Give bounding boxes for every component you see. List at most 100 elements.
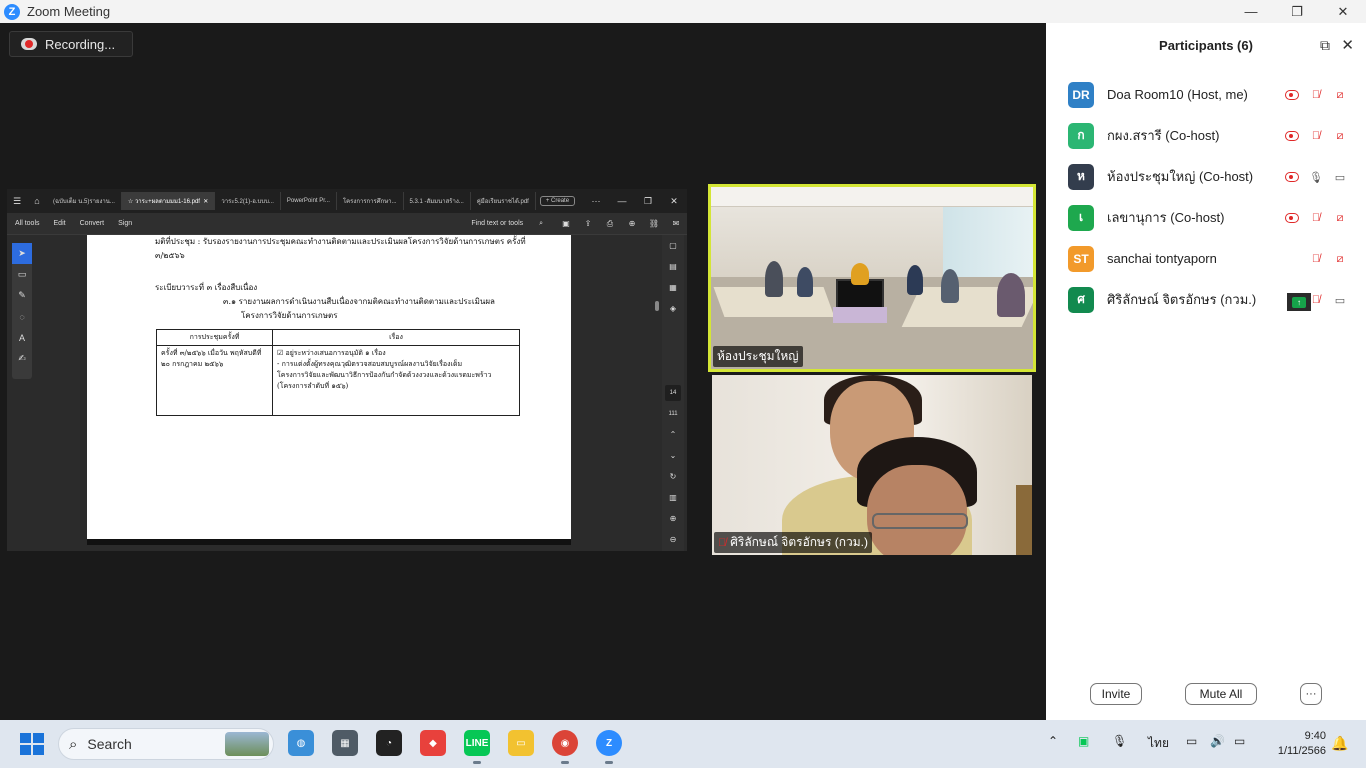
viewer-close-icon[interactable]: ✕ <box>661 196 687 207</box>
more-options-button[interactable]: ··· <box>1300 683 1322 705</box>
maps-app-icon[interactable]: ◍ <box>288 730 314 756</box>
line-tray-icon[interactable]: ▣ <box>1078 734 1089 748</box>
participant-row[interactable]: DR Doa Room10 (Host, me) 🎙̸ ⧄ <box>1046 74 1366 115</box>
tray-chevron-icon[interactable]: ⌃ <box>1048 734 1058 748</box>
zoom-app-icon[interactable]: Z <box>596 730 622 764</box>
tab-3[interactable]: PowerPoint Pr... <box>281 192 337 210</box>
minimize-button[interactable]: — <box>1228 0 1274 23</box>
volume-icon[interactable]: 🔊 <box>1210 734 1225 748</box>
zoom-in-icon[interactable]: ⊕ <box>662 508 684 529</box>
participant-row[interactable]: เ เลขานุการ (Co-host) 🎙̸ ⧄ <box>1046 197 1366 238</box>
find-text-field[interactable]: Find text or tools ⌕ <box>463 220 549 228</box>
mic-muted-icon: 🎙̸ <box>718 536 727 549</box>
home-icon[interactable]: ⌂ <box>27 196 47 206</box>
avatar: ST <box>1068 245 1094 272</box>
participant-row[interactable]: ศ ศิริลักษณ์ จิตรอักษร (กวม.) 🎙̸ ▭ <box>1046 279 1366 320</box>
invite-button[interactable]: Invite <box>1090 683 1142 705</box>
layers-icon[interactable]: ◈ <box>662 298 684 319</box>
language-indicator[interactable]: ไทย <box>1148 734 1169 753</box>
participants-panel: Participants (6) ⧉ ✕ DR Doa Room10 (Host,… <box>1046 23 1366 720</box>
mic-muted-icon[interactable]: 🎙̸ <box>1304 250 1328 268</box>
close-button[interactable]: ✕ <box>1320 0 1366 23</box>
mail-icon[interactable]: ✉ <box>665 219 687 228</box>
mic-muted-icon[interactable]: 🎙̸ <box>1304 127 1328 145</box>
print-icon[interactable]: ⎙ <box>599 219 621 229</box>
doc-line-1: มติที่ประชุม : รับรองรายงานการประชุมคณะท… <box>155 237 526 246</box>
menu-all-tools[interactable]: All tools <box>15 220 40 227</box>
participant-row[interactable]: ST sanchai tontyaporn 🎙̸ ⧄ <box>1046 238 1366 279</box>
speedtest-app-icon[interactable]: ◔ <box>376 730 402 756</box>
comment-tool-icon[interactable]: ▭ <box>12 264 32 285</box>
page-up-icon[interactable]: ⌃ <box>662 424 684 445</box>
recording-indicator[interactable]: Recording... <box>9 31 133 57</box>
comment-panel-icon[interactable]: ▢ <box>662 235 684 256</box>
video-off-icon[interactable]: ⧄ <box>1328 209 1352 227</box>
video-off-icon[interactable]: ⧄ <box>1328 86 1352 104</box>
bookmark-icon[interactable]: ▤ <box>662 256 684 277</box>
video-icon[interactable]: ▭ <box>1328 291 1352 309</box>
taskbar-clock[interactable]: 9:40 1/11/2566 <box>1262 729 1326 759</box>
find-icon[interactable]: ⊕ <box>621 219 643 228</box>
calculator-app-icon[interactable]: ▦ <box>332 730 358 756</box>
menu-icon[interactable]: ☰ <box>7 196 27 207</box>
video-off-icon[interactable]: ⧄ <box>1328 250 1352 268</box>
create-button[interactable]: + Create <box>539 196 576 206</box>
text-tool-icon[interactable]: A <box>12 327 32 348</box>
start-button[interactable] <box>20 733 44 755</box>
mic-muted-icon[interactable]: 🎙̸ <box>1304 209 1328 227</box>
viewer-minimize-icon[interactable]: — <box>609 196 635 207</box>
participant-row[interactable]: กกผง.สรารี (Co-host) ↑ 🎙̸ ⧄ <box>1046 115 1366 311</box>
taskbar-search[interactable]: ⌕ Search <box>58 728 274 760</box>
lasso-tool-icon[interactable]: ◌ <box>12 306 32 327</box>
video-tile-participant[interactable]: 🎙̸ ศิริลักษณ์ จิตรอักษร (กวม.) <box>712 375 1032 555</box>
mic-icon[interactable]: 🎙 <box>1304 168 1328 186</box>
video-off-icon[interactable]: ⧄ <box>1328 127 1352 145</box>
file-explorer-icon[interactable]: ▭ <box>508 730 534 756</box>
tab-5[interactable]: 5.3.1 -สัมมนาสร้าง... <box>404 192 471 210</box>
tab-close-icon[interactable]: ✕ <box>200 198 208 205</box>
mute-all-button[interactable]: Mute All <box>1185 683 1257 705</box>
line-app-icon[interactable]: LINE <box>464 730 490 764</box>
restore-button[interactable]: ❐ <box>1274 0 1320 23</box>
page-number[interactable]: 14 <box>665 385 681 401</box>
microphone-tray-icon[interactable]: 🎙 <box>1112 734 1127 748</box>
link-icon[interactable]: ⛓ <box>643 219 665 228</box>
menu-convert[interactable]: Convert <box>80 220 105 227</box>
network-icon[interactable]: ▭ <box>1186 734 1197 748</box>
page-total: 111 <box>668 410 678 417</box>
mic-muted-icon[interactable]: 🎙̸ <box>1304 291 1328 309</box>
thumbnails-icon[interactable]: ▦ <box>662 277 684 298</box>
upload-icon[interactable]: ⇪ <box>577 219 599 228</box>
refresh-icon[interactable]: ↻ <box>662 466 684 487</box>
doc-table-head-2: เรื่อง <box>272 329 520 346</box>
pen-tool-icon[interactable]: ✎ <box>12 285 32 306</box>
pdf-left-toolbar: ➤ ▭ ✎ ◌ A ✍ <box>12 243 32 379</box>
pdf-scrollbar[interactable] <box>655 301 659 311</box>
zoom-out-icon[interactable]: ⊖ <box>662 529 684 550</box>
menu-sign[interactable]: Sign <box>118 220 132 227</box>
menu-edit[interactable]: Edit <box>54 220 66 227</box>
tab-0[interactable]: (ฉบับเต็ม น.5)รายงาน... <box>47 192 122 210</box>
tab-6[interactable]: คู่มือเรียนราชได้.pdf <box>471 192 536 210</box>
video-tile-meeting-room[interactable]: ห้องประชุมใหญ่ <box>708 184 1036 372</box>
participant-row[interactable]: ห ห้องประชุมใหญ่ (Co-host) 🎙 ▭ <box>1046 156 1366 197</box>
chrome-app-icon[interactable]: ◉ <box>552 730 578 764</box>
anydesk-app-icon[interactable]: ◆ <box>420 730 446 756</box>
tab-4[interactable]: โครงการการศึกษา... <box>337 192 404 210</box>
viewer-restore-icon[interactable]: ❐ <box>635 196 661 207</box>
page-down-icon[interactable]: ⌄ <box>662 445 684 466</box>
save-icon[interactable]: ▣ <box>555 219 577 228</box>
notification-bell-icon[interactable]: 🔔 <box>1331 735 1348 752</box>
document-icon[interactable]: ▥ <box>662 487 684 508</box>
more-icon[interactable]: ··· <box>583 196 609 207</box>
tab-2[interactable]: วาระ5.2(1)-อ.บบบ... <box>215 192 281 210</box>
stamp-tool-icon[interactable]: ✍ <box>12 348 32 369</box>
battery-icon[interactable]: ▭ <box>1234 734 1245 748</box>
video-icon[interactable]: ▭ <box>1328 168 1352 186</box>
pop-out-icon[interactable]: ⧉ <box>1320 37 1330 54</box>
select-tool-icon[interactable]: ➤ <box>12 243 32 264</box>
shared-screen[interactable]: ☰ ⌂ (ฉบับเต็ม น.5)รายงาน... ☆ วาระ+ผลตาม… <box>7 189 687 551</box>
close-panel-icon[interactable]: ✕ <box>1341 36 1354 54</box>
mic-muted-icon[interactable]: 🎙̸ <box>1304 86 1328 104</box>
tab-1[interactable]: ☆ วาระ+ผลตามมม1-16.pdf ✕ <box>121 192 216 210</box>
